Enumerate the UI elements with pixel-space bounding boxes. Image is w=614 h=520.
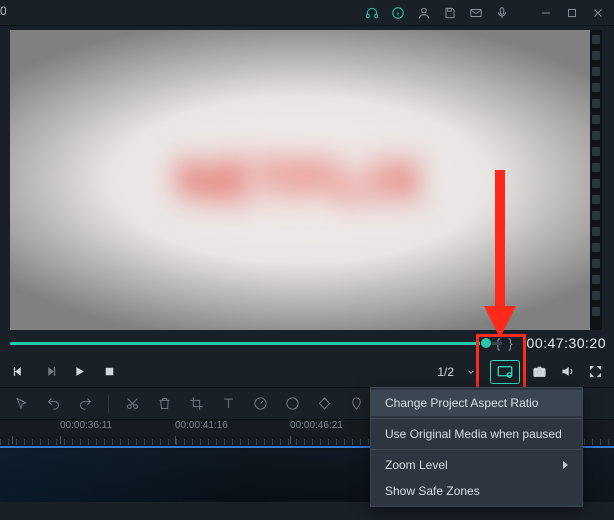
close-icon[interactable] (590, 5, 606, 21)
save-icon[interactable] (442, 5, 458, 21)
snapshot-button[interactable] (530, 363, 548, 381)
mark-out-icon[interactable]: } (508, 336, 512, 351)
minimize-icon[interactable] (538, 5, 554, 21)
redo-icon[interactable] (76, 395, 94, 413)
menu-item-label: Zoom Level (385, 458, 448, 472)
scrub-row: { } 00:47:30:20 (0, 330, 614, 356)
color-icon[interactable] (283, 395, 301, 413)
title-fragment: 0 (0, 4, 7, 18)
marker-icon[interactable] (347, 395, 365, 413)
submenu-arrow-icon (563, 461, 568, 469)
film-sprockets-right (590, 30, 602, 330)
mic-icon[interactable] (494, 5, 510, 21)
crop-icon[interactable] (187, 395, 205, 413)
menu-item-label: Use Original Media when paused (385, 427, 562, 441)
menu-use-original-media[interactable]: Use Original Media when paused (371, 421, 582, 447)
transport-row: 1/2 (0, 356, 614, 388)
ruler-label: 00:00:36:11 (60, 420, 112, 431)
next-frame-button[interactable] (40, 363, 58, 381)
delete-icon[interactable] (155, 395, 173, 413)
info-icon[interactable] (390, 5, 406, 21)
mail-icon[interactable] (468, 5, 484, 21)
volume-button[interactable] (558, 363, 576, 381)
menu-item-label: Show Safe Zones (385, 484, 480, 498)
menu-zoom-level[interactable]: Zoom Level (371, 452, 582, 478)
user-icon[interactable] (416, 5, 432, 21)
preview-monitor: NETFLIX (10, 30, 602, 330)
timecode-display: 00:47:30:20 (521, 335, 606, 351)
menu-separator (371, 449, 582, 450)
preview-canvas[interactable]: NETFLIX (10, 30, 590, 330)
scrub-track[interactable] (10, 342, 488, 345)
undo-icon[interactable] (44, 395, 62, 413)
display-settings-button[interactable] (490, 360, 520, 384)
menu-change-aspect-ratio[interactable]: Change Project Aspect Ratio (371, 390, 582, 416)
scrub-handle[interactable] (480, 337, 492, 349)
text-tool-icon[interactable] (219, 395, 237, 413)
zoom-select[interactable]: 1/2 (433, 363, 480, 381)
menu-item-label: Change Project Aspect Ratio (385, 396, 538, 410)
speed-icon[interactable] (251, 395, 269, 413)
cut-tool-icon[interactable] (123, 395, 141, 413)
menu-show-safe-zones[interactable]: Show Safe Zones (371, 478, 582, 504)
headphones-icon[interactable] (364, 5, 380, 21)
fullscreen-button[interactable] (586, 363, 604, 381)
keyframe-icon[interactable] (315, 395, 333, 413)
display-context-menu: Change Project Aspect Ratio Use Original… (370, 387, 583, 507)
stop-button[interactable] (100, 363, 118, 381)
menu-separator (371, 418, 582, 419)
chevron-down-icon (466, 367, 476, 377)
preview-blurred-logo: NETFLIX (176, 148, 423, 213)
play-button[interactable] (70, 363, 88, 381)
ruler-label: 00:00:41:16 (175, 420, 228, 431)
select-tool-icon[interactable] (12, 395, 30, 413)
titlebar: 0 (0, 0, 614, 26)
restore-icon[interactable] (564, 5, 580, 21)
ruler-label: 00:00:46:21 (290, 420, 343, 431)
prev-frame-button[interactable] (10, 363, 28, 381)
zoom-value: 1/2 (437, 365, 454, 379)
